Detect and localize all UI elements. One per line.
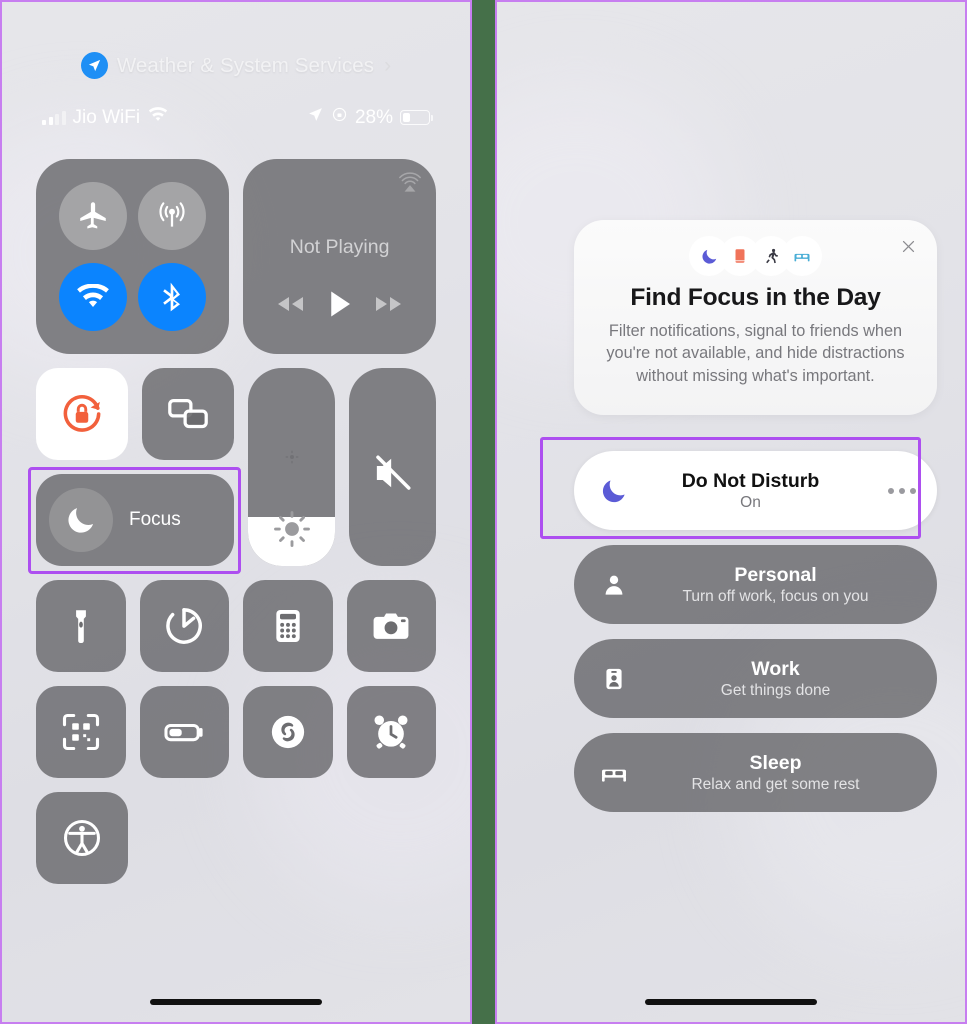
do-not-disturb-status: On <box>740 493 761 511</box>
find-focus-promo-card: Find Focus in the Day Filter notificatio… <box>574 220 937 415</box>
focus-tile-label: Focus <box>129 509 181 530</box>
shortcut-row-1 <box>36 580 436 672</box>
flashlight-button[interactable] <box>36 580 126 672</box>
low-power-mode-button[interactable] <box>139 686 229 778</box>
screenshot-root: Weather & System Services › Jio WiFi 28% <box>0 0 967 1024</box>
status-bar: Jio WiFi 28% <box>42 106 433 129</box>
calculator-button[interactable] <box>243 580 333 672</box>
media-playback-module[interactable]: Not Playing <box>243 159 436 354</box>
focus-mode-title: Personal <box>734 563 817 586</box>
focus-sheet-screen: Find Focus in the Day Filter notificatio… <box>495 0 967 1024</box>
rewind-icon[interactable] <box>275 294 307 319</box>
brightness-slider[interactable] <box>248 368 335 566</box>
volume-slider[interactable] <box>349 368 436 566</box>
location-arrow-icon <box>80 52 108 79</box>
cellular-bars-icon <box>42 110 66 125</box>
weather-banner-label: Weather & System Services <box>116 53 375 77</box>
chevron-right-icon: › <box>384 54 392 77</box>
rotation-lock-toggle[interactable] <box>36 368 128 460</box>
battery-icon <box>400 110 433 125</box>
promo-title: Find Focus in the Day <box>630 284 881 311</box>
do-not-disturb-labels: Do Not Disturb On <box>634 470 867 512</box>
focus-mode-work[interactable]: Work Get things done <box>574 639 937 718</box>
focus-mode-sleep[interactable]: Sleep Relax and get some rest <box>574 733 937 812</box>
airplay-icon[interactable] <box>397 171 423 202</box>
moon-icon <box>49 488 113 552</box>
promo-icon-cluster <box>574 238 937 274</box>
play-icon[interactable] <box>327 289 353 324</box>
shortcut-row-3 <box>36 792 436 884</box>
focus-mode-personal[interactable]: Personal Turn off work, focus on you <box>574 545 937 624</box>
cellular-data-toggle[interactable] <box>138 182 207 251</box>
focus-mode-title: Sleep <box>749 751 802 774</box>
focus-tile[interactable]: Focus <box>36 474 234 566</box>
airplane-mode-toggle[interactable] <box>58 182 127 251</box>
home-indicator[interactable] <box>150 999 322 1005</box>
cc-row-1: Not Playing <box>36 159 436 354</box>
focus-mode-work-labels: Work Get things done <box>614 658 937 700</box>
location-arrow-icon <box>307 106 324 129</box>
ellipsis-icon[interactable] <box>867 487 937 494</box>
rotation-lock-icon <box>331 106 348 129</box>
cc-row-2: Focus <box>36 368 436 566</box>
media-controls <box>243 289 436 324</box>
focus-mode-title: Work <box>751 657 800 680</box>
media-status-label: Not Playing <box>289 236 390 258</box>
do-not-disturb-row[interactable]: Do Not Disturb On <box>574 451 937 530</box>
battery-percent-label: 28% <box>354 106 393 128</box>
bluetooth-toggle[interactable] <box>138 262 207 331</box>
control-center-grid: Not Playing Focus <box>36 159 436 884</box>
close-icon[interactable] <box>895 233 921 259</box>
carrier-label: Jio WiFi <box>72 106 141 128</box>
brightness-track-marker <box>248 446 335 468</box>
control-center-screen: Weather & System Services › Jio WiFi 28% <box>0 0 472 1024</box>
camera-button[interactable] <box>346 580 436 672</box>
screen-mirroring-toggle[interactable] <box>142 368 234 460</box>
wifi-icon <box>147 106 169 129</box>
shortcut-row-2 <box>36 686 436 778</box>
shortcut-grid <box>36 580 436 884</box>
bed-icon <box>784 238 820 274</box>
fast-forward-icon[interactable] <box>372 294 404 319</box>
focus-mode-subtitle: Relax and get some rest <box>691 775 860 793</box>
brightness-icon <box>248 506 335 552</box>
status-bar-left: Jio WiFi <box>42 107 169 129</box>
timer-button[interactable] <box>139 580 229 672</box>
focus-mode-sleep-labels: Sleep Relax and get some rest <box>614 752 937 794</box>
accessibility-button[interactable] <box>36 792 128 884</box>
qr-scanner-button[interactable] <box>36 686 126 778</box>
panel-divider <box>472 0 495 1024</box>
status-bar-right: 28% <box>307 106 433 129</box>
home-indicator[interactable] <box>645 999 817 1005</box>
connectivity-module[interactable] <box>36 159 230 354</box>
weather-system-services-banner[interactable]: Weather & System Services › <box>2 52 470 79</box>
focus-mode-subtitle: Get things done <box>720 681 831 699</box>
cc-row-2a <box>36 368 234 460</box>
wifi-toggle[interactable] <box>58 262 127 331</box>
focus-mode-subtitle: Turn off work, focus on you <box>682 587 869 605</box>
focus-mode-personal-labels: Personal Turn off work, focus on you <box>614 564 937 606</box>
promo-description: Filter notifications, signal to friends … <box>606 322 905 385</box>
alarm-button[interactable] <box>346 686 436 778</box>
cc-left-column: Focus <box>36 368 234 566</box>
shazam-button[interactable] <box>243 686 333 778</box>
speaker-mute-icon <box>349 451 436 495</box>
do-not-disturb-title: Do Not Disturb <box>681 469 820 492</box>
